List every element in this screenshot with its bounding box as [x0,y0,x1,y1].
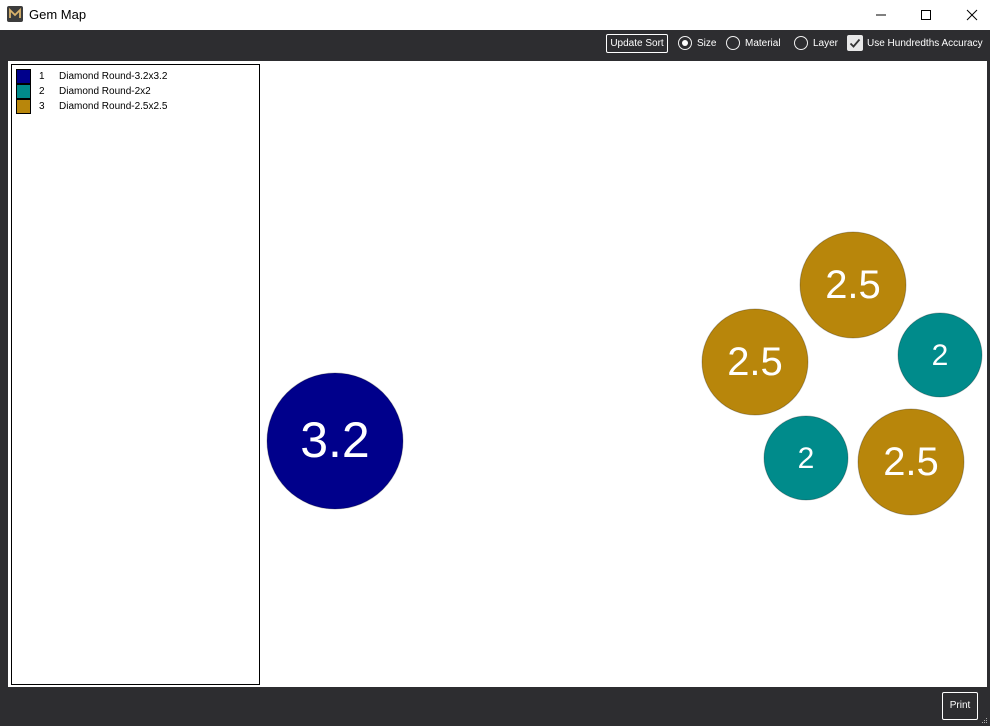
material-radio[interactable] [726,36,740,50]
gem-legend: 1 Diamond Round-3.2x3.2 2 Diamond Round-… [11,64,260,685]
close-icon [966,9,978,21]
legend-name: Diamond Round-2.5x2.5 [59,101,168,112]
update-sort-button[interactable]: Update Sort [606,34,668,53]
toolbar: Update Sort Size Material Layer Use Hund… [0,30,990,60]
legend-swatch [16,69,31,84]
gem-label: 2 [798,442,815,475]
gem-map-area: 3.2 2.5 2.5 2 2 2.5 1 Diamond Round-3.2x… [8,61,987,687]
hundredths-label[interactable]: Use Hundredths Accuracy [867,38,983,49]
gem-circle[interactable]: 2.5 [857,408,965,516]
legend-name: Diamond Round-3.2x3.2 [59,71,168,82]
close-button[interactable] [949,0,990,30]
gem-circle[interactable]: 2 [897,312,983,398]
maximize-button[interactable] [903,0,949,30]
print-button[interactable]: Print [942,692,978,720]
legend-item[interactable]: 3 Diamond Round-2.5x2.5 [16,99,252,114]
gem-circle[interactable]: 3.2 [266,372,404,510]
gem-circle[interactable]: 2.5 [701,308,809,416]
checkmark-icon [849,38,861,48]
layer-radio[interactable] [794,36,808,50]
gem-label: 2.5 [883,440,939,484]
legend-name: Diamond Round-2x2 [59,86,151,97]
resize-grip-icon[interactable] [982,718,988,724]
size-radio[interactable] [678,36,692,50]
bottom-bar: Print [0,688,990,726]
legend-number: 1 [39,71,45,82]
hundredths-checkbox[interactable] [847,35,863,51]
app-logo-icon [7,6,23,22]
window-title: Gem Map [29,7,87,22]
maximize-icon [921,10,931,20]
legend-swatch [16,99,31,114]
layer-radio-label[interactable]: Layer [813,38,838,49]
gem-circle[interactable]: 2.5 [799,231,907,339]
legend-item[interactable]: 1 Diamond Round-3.2x3.2 [16,69,252,84]
legend-number: 3 [39,101,45,112]
title-bar: Gem Map [0,0,990,30]
legend-number: 2 [39,86,45,97]
legend-swatch [16,84,31,99]
legend-item[interactable]: 2 Diamond Round-2x2 [16,84,252,99]
gem-label: 3.2 [300,412,370,468]
gem-label: 2.5 [727,340,783,384]
gem-circle[interactable]: 2 [763,415,849,501]
size-radio-label[interactable]: Size [697,38,716,49]
minimize-button[interactable] [858,0,904,30]
gem-label: 2 [932,339,949,372]
material-radio-label[interactable]: Material [745,38,781,49]
minimize-icon [876,14,886,16]
gem-label: 2.5 [825,263,881,307]
